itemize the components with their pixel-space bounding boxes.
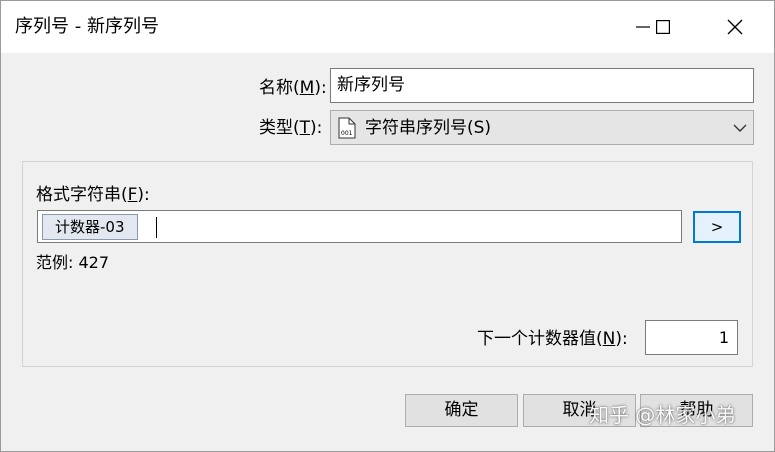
window-title: 序列号 - 新序列号	[15, 16, 159, 37]
cancel-button[interactable]: 取消	[523, 394, 636, 427]
next-counter-value: 1	[718, 328, 729, 347]
name-input-value: 新序列号	[337, 75, 405, 95]
type-select[interactable]: 001 字符串序列号(S)	[330, 110, 754, 145]
next-counter-label: 下一个计数器值(N):	[477, 329, 628, 349]
serial-number-dialog: 序列号 - 新序列号 名称(M): 新序列号 类型(T): 001 字符串序列号…	[0, 0, 775, 452]
counter-token[interactable]: 计数器-03	[42, 214, 138, 240]
maximize-button[interactable]	[639, 1, 687, 53]
help-button[interactable]: 帮助	[640, 394, 753, 427]
title-bar: 序列号 - 新序列号	[1, 1, 774, 53]
format-string-input[interactable]: 计数器-03	[37, 210, 682, 243]
insert-field-button[interactable]: >	[693, 211, 741, 243]
maximize-icon	[656, 20, 670, 34]
close-icon	[727, 19, 743, 35]
close-button[interactable]	[711, 1, 759, 53]
name-label: 名称(M):	[259, 78, 327, 98]
serial-file-icon-text: 001	[341, 130, 353, 137]
example-text: 范例: 427	[36, 253, 110, 272]
text-caret	[156, 217, 157, 238]
format-string-label: 格式字符串(F):	[36, 185, 150, 205]
type-select-value: 字符串序列号(S)	[365, 118, 492, 138]
name-input[interactable]: 新序列号	[330, 68, 754, 103]
type-label: 类型(T):	[259, 118, 323, 138]
serial-file-icon: 001	[338, 117, 356, 139]
chevron-down-icon	[733, 124, 747, 132]
ok-button[interactable]: 确定	[405, 394, 518, 427]
next-counter-input[interactable]: 1	[645, 320, 738, 355]
